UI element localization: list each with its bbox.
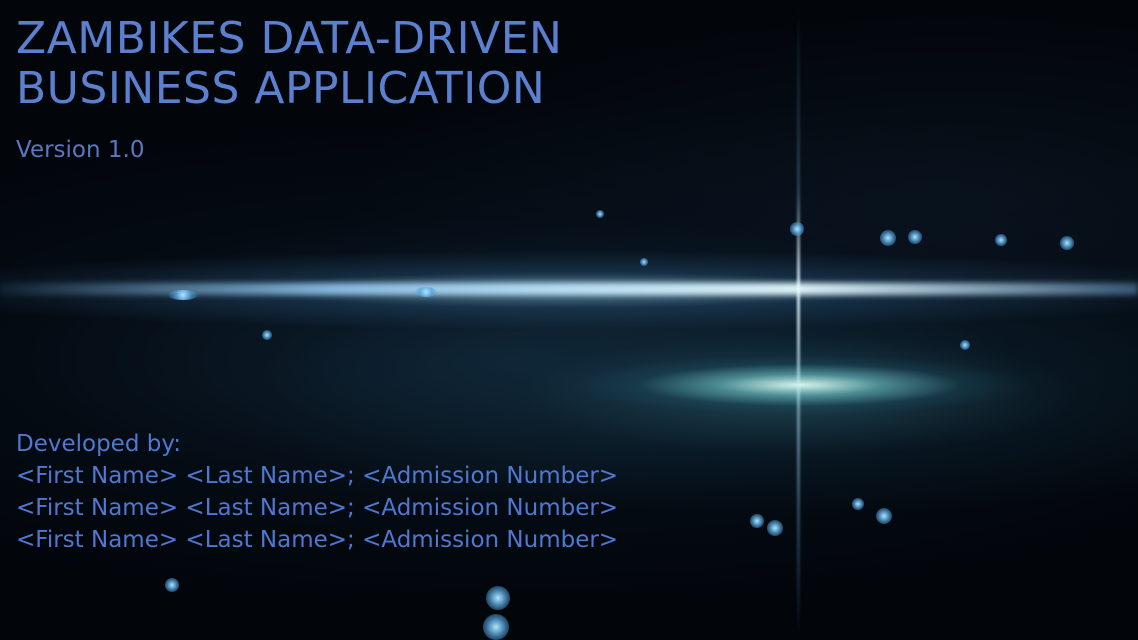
- developer-entry: <First Name> <Last Name>; <Admission Num…: [16, 495, 619, 521]
- background-light-particle: [995, 234, 1007, 246]
- background-light-particle: [415, 287, 437, 297]
- background-light-particle: [767, 520, 783, 536]
- app-title: ZAMBIKES DATA-DRIVEN BUSINESS APPLICATIO…: [16, 14, 562, 114]
- background-light-particle: [168, 290, 198, 300]
- background-light-particle: [1060, 236, 1074, 250]
- background-light-particle: [908, 230, 922, 244]
- credits-block: Developed by: <First Name> <Last Name>; …: [16, 428, 618, 556]
- background-light-particle: [852, 498, 864, 510]
- background-light-particle: [960, 340, 970, 350]
- developer-entry: <First Name> <Last Name>; <Admission Num…: [16, 463, 619, 489]
- background-light-particle: [880, 230, 896, 246]
- background-light-particle: [483, 614, 509, 640]
- background-light-particle: [750, 514, 764, 528]
- background-light-particle: [640, 258, 648, 266]
- background-light-particle: [790, 222, 804, 236]
- background-light-particle: [876, 508, 892, 524]
- background-light-particle: [165, 578, 179, 592]
- app-version: Version 1.0: [16, 137, 145, 163]
- background-light-particle: [486, 586, 510, 610]
- background-light-beam: [797, 0, 800, 640]
- background-light-particle: [262, 330, 272, 340]
- app-title-line-1: ZAMBIKES DATA-DRIVEN: [16, 13, 563, 64]
- credits-heading: Developed by:: [16, 431, 182, 457]
- app-title-line-2: BUSINESS APPLICATION: [16, 63, 546, 114]
- splash-screen: ZAMBIKES DATA-DRIVEN BUSINESS APPLICATIO…: [0, 0, 1138, 640]
- background-light-particle: [596, 210, 604, 218]
- developer-entry: <First Name> <Last Name>; <Admission Num…: [16, 527, 619, 553]
